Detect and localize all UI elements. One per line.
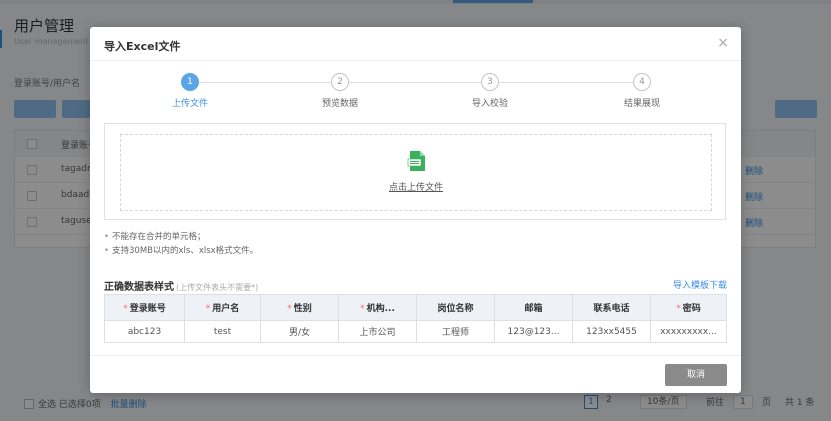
required-mark: * xyxy=(360,304,365,314)
column-header: 联系电话 xyxy=(572,294,651,321)
sample-hint: (上传文件表头不需要*) xyxy=(176,283,259,292)
table-cell: abc123 xyxy=(104,320,185,343)
upload-dropzone[interactable]: 点击上传文件 xyxy=(120,134,712,211)
download-template-link[interactable]: 导入模板下载 xyxy=(673,278,727,291)
step-upload: 1 上传文件 xyxy=(150,73,230,109)
step-label: 结果展现 xyxy=(623,99,660,109)
table-cell: 123xx5455 xyxy=(572,320,651,343)
step-number: 4 xyxy=(633,73,651,91)
step-preview: 2 预览数据 xyxy=(300,73,380,109)
dialog-header: 导入Excel文件 × xyxy=(90,27,741,61)
column-header: * 用户名 xyxy=(184,294,261,321)
dialog-title: 导入Excel文件 xyxy=(104,40,181,53)
step-number: 2 xyxy=(331,73,349,91)
tip-item: 不能存在合并的单元格； xyxy=(104,230,258,244)
required-mark: * xyxy=(676,304,681,314)
column-header: * 登录账号 xyxy=(104,294,185,321)
required-mark: * xyxy=(205,304,211,314)
table-cell: 上市公司 xyxy=(338,320,417,343)
upload-tips: 不能存在合并的单元格； 支持30MB以内的xls、xlsx格式文件。 xyxy=(104,230,258,258)
step-indicator: 1 上传文件 2 预览数据 3 导入校验 4 结果展现 xyxy=(90,73,741,113)
sample-table: * 登录账号 * 用户名 * 性别 * 机构... 岗位名称 邮箱 联系电话 * 密码 a… xyxy=(104,294,727,343)
column-header: 岗位名称 xyxy=(416,294,495,321)
required-mark: * xyxy=(123,304,128,314)
column-header: * 机构... xyxy=(338,294,417,321)
upload-link[interactable]: 点击上传文件 xyxy=(121,180,711,193)
table-cell: test xyxy=(184,320,261,343)
sample-data-row: abc123 test 男/女 上市公司 工程师 123@123... 123x… xyxy=(104,320,727,343)
step-label: 导入校验 xyxy=(471,99,508,109)
step-number: 1 xyxy=(181,73,199,91)
cancel-button[interactable]: 取消 xyxy=(665,364,727,386)
table-cell: xxxxxxxxx... xyxy=(650,320,727,343)
sample-section-title: 正确数据表样式 (上传文件表头不需要*) xyxy=(104,282,259,293)
step-label: 预览数据 xyxy=(321,99,358,109)
dialog-footer: 取消 xyxy=(90,355,741,393)
column-header: * 性别 xyxy=(260,294,339,321)
step-validate: 3 导入校验 xyxy=(450,73,530,109)
excel-file-icon xyxy=(407,151,425,171)
tip-item: 支持30MB以内的xls、xlsx格式文件。 xyxy=(104,244,258,258)
sample-header-row: * 登录账号 * 用户名 * 性别 * 机构... 岗位名称 邮箱 联系电话 * 密码 xyxy=(104,294,727,321)
column-header: 邮箱 xyxy=(494,294,573,321)
close-icon[interactable]: × xyxy=(717,35,729,51)
column-header: * 密码 xyxy=(650,294,727,321)
step-result: 4 结果展现 xyxy=(602,73,682,109)
import-excel-dialog: 导入Excel文件 × 1 上传文件 2 预览数据 3 导入校验 4 结果展现 xyxy=(90,27,741,393)
table-cell: 123@123... xyxy=(494,320,573,343)
table-cell: 男/女 xyxy=(260,320,339,343)
required-mark: * xyxy=(287,304,292,314)
step-number: 3 xyxy=(481,73,499,91)
table-cell: 工程师 xyxy=(416,320,495,343)
upload-panel: 点击上传文件 xyxy=(104,123,726,220)
step-label: 上传文件 xyxy=(171,99,208,109)
